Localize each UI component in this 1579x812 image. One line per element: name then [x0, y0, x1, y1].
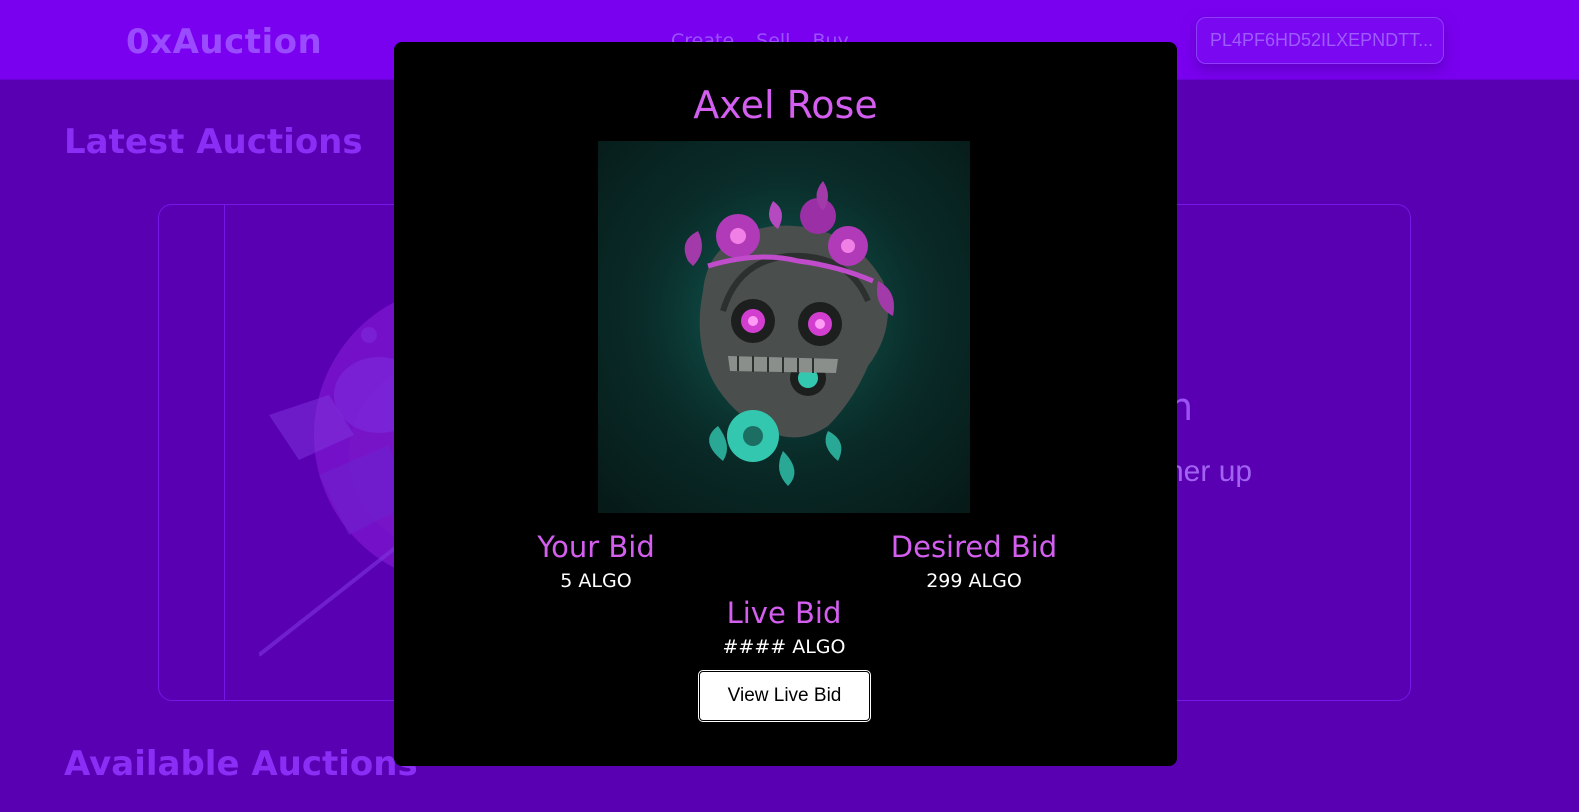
brand-logo[interactable]: 0xAuction	[126, 22, 322, 62]
available-auctions-heading: Available Auctions	[64, 744, 418, 784]
wallet-address-button[interactable]: PL4PF6HD52ILXEPNDTT...	[1196, 17, 1444, 64]
card-divider	[224, 205, 225, 700]
modal-title: Axel Rose	[693, 83, 878, 127]
live-bid-label: Live Bid	[726, 596, 842, 630]
view-live-bid-button[interactable]: View Live Bid	[698, 670, 871, 722]
latest-auctions-heading: Latest Auctions	[64, 122, 363, 162]
live-bid-value: #### ALGO	[722, 636, 846, 658]
nft-artwork-image	[598, 141, 970, 513]
card-subtitle-fragment: her up	[1167, 455, 1253, 488]
desired-bid-value: 299 ALGO	[926, 570, 1022, 592]
your-bid-label: Your Bid	[537, 530, 655, 564]
your-bid-value: 5 ALGO	[560, 570, 632, 592]
desired-bid-label: Desired Bid	[890, 530, 1058, 564]
auction-detail-modal: Axel Rose Your Bid 5 ALGO Desired Bid 29…	[394, 42, 1177, 766]
